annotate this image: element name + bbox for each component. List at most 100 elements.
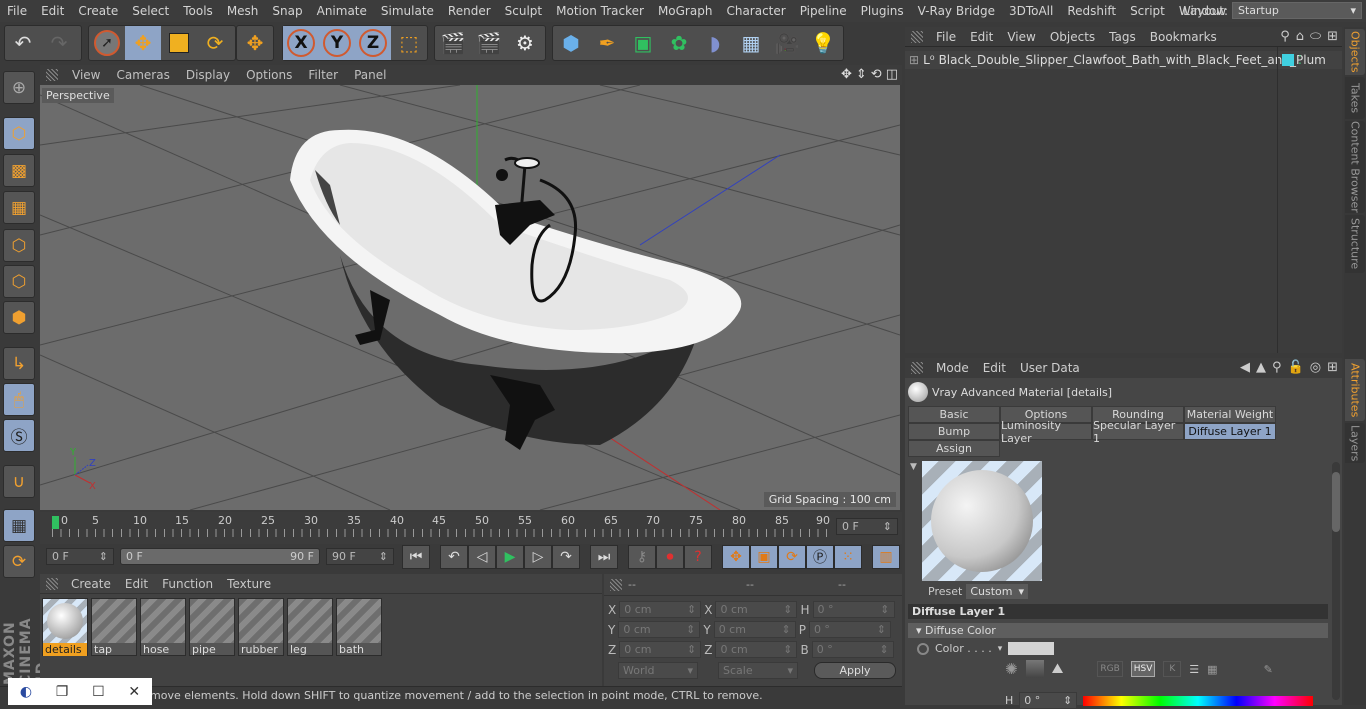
menu-sculpt[interactable]: Sculpt bbox=[498, 4, 549, 18]
toggle-icon[interactable]: ⬭ bbox=[1310, 29, 1321, 44]
viewport-menu-display[interactable]: Display bbox=[178, 68, 238, 82]
menu-vray-bridge[interactable]: V-Ray Bridge bbox=[911, 4, 1002, 18]
attr-menu-edit[interactable]: Edit bbox=[976, 361, 1013, 375]
end-frame-field[interactable]: 90 F ⇕ bbox=[326, 548, 394, 565]
key-pla-icon[interactable]: ⁙ bbox=[834, 545, 862, 569]
tweak-mode-icon[interactable]: 🖱 bbox=[3, 383, 35, 416]
orbit-icon[interactable]: ⟲ bbox=[871, 67, 882, 82]
up-arrow-icon[interactable]: ▲ bbox=[1256, 360, 1266, 375]
grip-icon[interactable] bbox=[610, 578, 622, 591]
camera-icon[interactable]: 🎥 bbox=[769, 26, 805, 60]
back-arrow-icon[interactable]: ◀ bbox=[1240, 360, 1250, 375]
new-window-icon[interactable]: ⊞ bbox=[1327, 360, 1338, 375]
cube-icon[interactable]: ⬢ bbox=[553, 26, 589, 60]
keyframe-selection-icon[interactable]: ? bbox=[684, 545, 712, 569]
viewport-menu-cameras[interactable]: Cameras bbox=[108, 68, 177, 82]
tab-takes[interactable]: Takes bbox=[1345, 77, 1365, 119]
attr-menu-user-data[interactable]: User Data bbox=[1013, 361, 1087, 375]
key-position-icon[interactable]: ✥ bbox=[722, 545, 750, 569]
image-picker-icon[interactable]: ⛰ bbox=[1052, 661, 1064, 677]
collapse-arrow-icon[interactable]: ▼ bbox=[910, 462, 917, 472]
material-tap[interactable]: tap bbox=[91, 598, 137, 656]
chevron-down-icon[interactable]: ▾ bbox=[998, 644, 1003, 654]
eyedropper-icon[interactable]: ✎ bbox=[1264, 663, 1273, 676]
light-icon[interactable]: 💡 bbox=[805, 26, 841, 60]
menu-pipeline[interactable]: Pipeline bbox=[793, 4, 854, 18]
maximize-icon[interactable]: ☐ bbox=[92, 684, 105, 700]
next-key-icon[interactable]: ↷ bbox=[552, 545, 580, 569]
grip-icon[interactable] bbox=[46, 577, 58, 590]
viewport-menu-panel[interactable]: Panel bbox=[346, 68, 394, 82]
make-editable-icon[interactable]: ⊕ bbox=[3, 71, 35, 104]
lock-icon[interactable]: 🔓 bbox=[1288, 360, 1304, 375]
animate-radio-icon[interactable] bbox=[917, 642, 929, 655]
key-scale-icon[interactable]: ▣ bbox=[750, 545, 778, 569]
rotation-b-field[interactable]: 0 ° ⇕ bbox=[811, 641, 894, 658]
hue-field[interactable]: 0 ° ⇕ bbox=[1019, 692, 1078, 709]
rotate-icon[interactable]: ⟳ bbox=[197, 26, 233, 60]
tab-structure[interactable]: Structure bbox=[1345, 215, 1365, 273]
mixer-icon[interactable]: ☰ bbox=[1189, 663, 1199, 676]
axis-mode-icon[interactable]: ↳ bbox=[3, 347, 35, 380]
viewport-menu-filter[interactable]: Filter bbox=[300, 68, 346, 82]
points-mode-icon[interactable]: ⬡ bbox=[3, 229, 35, 262]
position-z-field[interactable]: 0 cm ⇕ bbox=[619, 641, 702, 658]
rotation-p-field[interactable]: 0 ° ⇕ bbox=[808, 621, 891, 638]
previous-frame-icon[interactable]: ◁ bbox=[468, 545, 496, 569]
x-axis-icon[interactable]: X bbox=[283, 26, 319, 60]
coordinate-system-icon[interactable]: ⬚ bbox=[391, 26, 427, 60]
tab-diffuse-layer-1[interactable]: Diffuse Layer 1 bbox=[1184, 423, 1276, 440]
rotation-h-field[interactable]: 0 ° ⇕ bbox=[812, 601, 895, 618]
record-keys-icon[interactable]: ⚷ bbox=[628, 545, 656, 569]
key-parameter-icon[interactable]: Ⓟ bbox=[806, 545, 834, 569]
viewport-perspective[interactable]: Y Z X Perspective Grid Spacing : 100 cm bbox=[40, 85, 900, 510]
tab-specular-layer-1[interactable]: Specular Layer 1 bbox=[1092, 419, 1184, 445]
cloner-icon[interactable]: ✿ bbox=[661, 26, 697, 60]
snap-icon[interactable]: ∪ bbox=[3, 465, 35, 498]
tab-bump[interactable]: Bump bbox=[908, 423, 1000, 440]
menu-plugins[interactable]: Plugins bbox=[854, 4, 911, 18]
menu-simulate[interactable]: Simulate bbox=[374, 4, 441, 18]
floor-icon[interactable]: ▦ bbox=[733, 26, 769, 60]
tab-assign[interactable]: Assign bbox=[908, 440, 1000, 457]
layer-color-swatch[interactable] bbox=[1282, 54, 1294, 66]
tab-layers[interactable]: Layers bbox=[1345, 423, 1365, 463]
z-axis-icon[interactable]: Z bbox=[355, 26, 391, 60]
workplane-icon[interactable]: ▦ bbox=[3, 509, 35, 542]
material-menu-edit[interactable]: Edit bbox=[118, 577, 155, 591]
menu-file[interactable]: File bbox=[0, 4, 34, 18]
subsection-header[interactable]: ▾ Diffuse Color bbox=[908, 623, 1328, 638]
tab-material-weight[interactable]: Material Weight bbox=[1184, 406, 1276, 423]
locked-workplane-icon[interactable]: ⟳ bbox=[3, 545, 35, 578]
close-icon[interactable]: ✕ bbox=[128, 684, 140, 700]
menu-snap[interactable]: Snap bbox=[265, 4, 309, 18]
menu-tools[interactable]: Tools bbox=[176, 4, 220, 18]
y-axis-icon[interactable]: Y bbox=[319, 26, 355, 60]
size-x-field[interactable]: 0 cm ⇕ bbox=[715, 601, 798, 618]
menu-character[interactable]: Character bbox=[719, 4, 792, 18]
objects-menu-bookmarks[interactable]: Bookmarks bbox=[1143, 30, 1224, 44]
material-pipe[interactable]: pipe bbox=[189, 598, 235, 656]
layout-toggle-icon[interactable]: ◫ bbox=[886, 67, 898, 82]
tab-attributes[interactable]: Attributes bbox=[1345, 359, 1365, 421]
size-mode-dropdown[interactable]: Scale ▾ bbox=[718, 662, 798, 679]
play-icon[interactable]: ▶ bbox=[496, 545, 524, 569]
subdivision-icon[interactable]: ▣ bbox=[625, 26, 661, 60]
tab-basic[interactable]: Basic bbox=[908, 406, 1000, 423]
menu-select[interactable]: Select bbox=[125, 4, 176, 18]
pen-icon[interactable]: ✒ bbox=[589, 26, 625, 60]
new-window-icon[interactable]: ⊞ bbox=[1327, 29, 1338, 44]
color-swatch[interactable] bbox=[1008, 642, 1055, 655]
zoom-view-icon[interactable]: ⇕ bbox=[856, 67, 867, 82]
menu-create[interactable]: Create bbox=[71, 4, 125, 18]
material-preview-large[interactable] bbox=[922, 461, 1042, 581]
go-to-end-icon[interactable]: ⏭ bbox=[590, 545, 618, 569]
menu-render[interactable]: Render bbox=[441, 4, 498, 18]
grip-icon[interactable] bbox=[911, 30, 923, 43]
timeline-window-icon[interactable]: ▥ bbox=[872, 545, 900, 569]
attribute-scrollbar[interactable] bbox=[1332, 462, 1340, 700]
live-selection-icon[interactable]: ➚ bbox=[89, 26, 125, 60]
deformer-icon[interactable]: ◗ bbox=[697, 26, 733, 60]
scrollbar-thumb[interactable] bbox=[1332, 472, 1340, 532]
size-z-field[interactable]: 0 cm ⇕ bbox=[715, 641, 798, 658]
